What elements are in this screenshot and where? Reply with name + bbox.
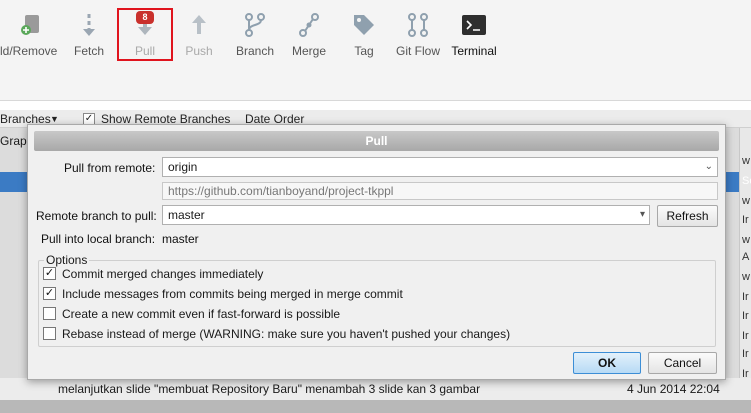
row-text: w [742,195,750,207]
git-flow-button[interactable]: Git Flow [394,8,442,62]
chevron-down-icon: ▼ [50,114,59,124]
row-text: Ir [742,291,749,303]
terminal-label: Terminal [451,44,497,58]
pull-highlight-box [117,8,173,61]
row-text: Ir [742,348,749,360]
branch-button[interactable]: Branch [232,8,278,62]
checkbox-checked[interactable]: ✓ [43,267,56,280]
ok-button[interactable]: OK [573,352,641,374]
commit-date: 4 Jun 2014 22:04 [627,382,720,396]
row-text: w [742,271,750,283]
option-label: Rebase instead of merge (WARNING: make s… [62,327,511,341]
commit-list-right-column: w Se w Ir w A w Ir Ir Ir Se Ir Ir w [739,128,751,413]
push-label: Push [185,44,213,58]
remote-select-value: origin [168,160,198,174]
merge-icon [299,13,319,37]
pull-dialog: Pull Pull from remote: origin ⌄ https://… [27,124,726,380]
fetch-icon [83,14,95,36]
git-flow-icon [408,13,428,37]
checkbox-checked[interactable]: ✓ [43,287,56,300]
push-button[interactable]: Push [180,8,218,62]
dialog-title: Pull [34,131,719,151]
bottom-panel-edge [0,400,751,413]
terminal-button[interactable]: Terminal [448,8,500,62]
tag-icon [354,15,374,35]
tag-button[interactable]: Tag [345,8,383,62]
local-branch-label: Pull into local branch: [41,232,156,246]
remote-select[interactable]: origin ⌄ [162,157,718,177]
remote-branch-select[interactable]: master ▾ [162,205,650,225]
remote-branch-value: master [168,208,205,222]
options-label: Options [44,253,90,267]
row-text: Ir [742,310,749,322]
refresh-button[interactable]: Refresh [657,205,718,227]
add-remove-icon [21,15,39,35]
row-text: w [742,234,750,246]
commit-message: melanjutkan slide "membuat Repository Ba… [58,382,481,396]
row-text: Se [742,175,751,187]
merge-button[interactable]: Merge [287,8,331,62]
remote-url-field: https://github.com/tianboyand/project-tk… [162,182,718,200]
pull-from-remote-label: Pull from remote: [64,161,156,175]
checkbox-unchecked[interactable] [43,327,56,340]
tag-label: Tag [354,44,374,58]
option-label: Create a new commit even if fast-forward… [62,307,341,321]
checkbox-unchecked[interactable] [43,307,56,320]
row-text: Ir [742,214,749,226]
fetch-label: Fetch [73,44,104,58]
cancel-button[interactable]: Cancel [648,352,717,374]
chevron-down-icon: ▾ [639,209,645,220]
branch-label: Branch [235,44,275,58]
fetch-button[interactable]: Fetch [68,8,110,62]
add-remove-label: ld/Remove [0,44,58,58]
row-text: A [742,251,750,263]
option-label: Include messages from commits being merg… [62,287,403,301]
terminal-icon [462,15,486,35]
option-label: Commit merged changes immediately [62,267,264,281]
commit-row[interactable]: melanjutkan slide "membuat Repository Ba… [0,378,751,400]
push-icon [192,15,206,34]
add-remove-button[interactable]: ld/Remove [0,8,60,62]
branch-icon [245,13,265,37]
local-branch-value: master [162,232,199,246]
merge-label: Merge [291,44,326,58]
row-text: w [742,155,750,167]
toolbar: ld/Remove Fetch 8 Pull Push Branch Merge… [0,0,751,101]
remote-branch-label: Remote branch to pull: [36,209,157,223]
git-flow-label: Git Flow [395,44,440,58]
chevron-down-icon: ⌄ [704,161,713,172]
